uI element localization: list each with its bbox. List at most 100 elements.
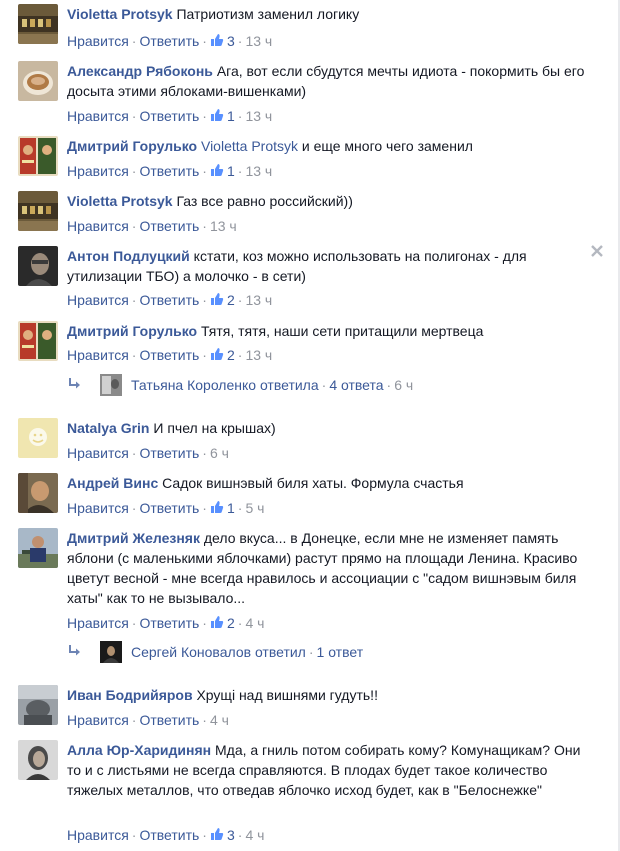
timestamp[interactable]: 5 ч [245,500,264,516]
replies-count[interactable]: 1 ответ [317,644,364,660]
reply-arrow-icon [69,645,80,656]
avatar[interactable] [18,136,58,176]
avatar[interactable] [18,418,58,458]
replier-name[interactable]: Сергей Коновалов [131,644,251,660]
like-link[interactable]: Нравится [67,347,129,363]
comment-author[interactable]: Иван Бодрийяров [67,687,193,703]
thumbs-up-icon [210,164,224,176]
timestamp[interactable]: 4 ч [245,615,264,631]
comment-author[interactable]: Алла Юр-Харидинян [67,742,211,758]
comment-body: Natalya Grin И пчел на крышах) [67,418,600,438]
replier-name[interactable]: Татьяна Короленко [131,377,256,393]
view-replies-link[interactable]: Татьяна Короленко ответила · 4 ответа · 6 ч [68,373,588,396]
comment-text: Тятя, тятя, наши сети притащили мертвеца [200,323,484,339]
comment-author[interactable]: Дмитрий Железняк [67,530,200,546]
timestamp[interactable]: 4 ч [210,712,229,728]
comment-author[interactable]: Natalya Grin [67,420,149,436]
like-link[interactable]: Нравится [67,218,129,234]
avatar[interactable] [18,685,58,725]
comment-text: Садок вишнэвый биля хаты. Формула счасть… [162,475,464,491]
timestamp[interactable]: 4 ч [245,827,264,843]
avatar[interactable] [100,641,122,663]
reply-link[interactable]: Ответить [139,500,199,516]
comment-text: И пчел на крышах) [153,420,276,436]
like-count[interactable]: 1 [210,163,235,179]
like-count[interactable]: 1 [210,108,235,124]
thumbs-up-icon [210,828,224,840]
like-link[interactable]: Нравится [67,445,129,461]
comment-body: Алла Юр-Харидинян Мда, а гниль потом соб… [67,740,597,800]
reply-link[interactable]: Ответить [139,163,199,179]
timestamp[interactable]: 13 ч [245,33,272,49]
like-link[interactable]: Нравится [67,292,129,308]
comment-actions: Нравится · Ответить · 13 ч [67,218,237,234]
comment-text: и еще много чего заменил [301,138,473,154]
reply-link[interactable]: Ответить [139,827,199,843]
comment-actions: Нравится · Ответить · 1 · 13 ч [67,108,273,124]
comment-mention[interactable]: Violetta Protsyk [201,138,298,154]
avatar[interactable] [18,4,58,44]
like-link[interactable]: Нравится [67,33,129,49]
like-count[interactable]: 3 [210,827,235,843]
timestamp[interactable]: 13 ч [245,108,272,124]
timestamp[interactable]: 13 ч [210,218,237,234]
avatar[interactable] [18,528,58,568]
reply-link[interactable]: Ответить [139,347,199,363]
comment-actions: Нравится · Ответить · 3 · 13 ч [67,33,273,49]
comment-text: Патриотизм заменил логику [176,6,360,22]
comment-actions: Нравится · Ответить · 1 · 5 ч [67,500,265,516]
timestamp[interactable]: 6 ч [210,445,229,461]
like-link[interactable]: Нравится [67,615,129,631]
comment-author[interactable]: Violetta Protsyk [67,193,173,209]
comment-text: Газ все равно российский)) [176,193,353,209]
like-link[interactable]: Нравится [67,108,129,124]
avatar[interactable] [18,61,58,101]
like-link[interactable]: Нравится [67,500,129,516]
comment-body: Иван Бодрийяров Хрущі над вишнями гудуть… [67,685,600,705]
comment-author[interactable]: Александр Рябоконь [67,63,213,79]
close-icon[interactable] [590,244,604,258]
comment-actions: Нравится · Ответить · 4 ч [67,712,229,728]
like-count[interactable]: 2 [210,615,235,631]
avatar[interactable] [18,740,58,780]
avatar[interactable] [18,473,58,513]
comment-actions: Нравится · Ответить · 2 · 4 ч [67,615,265,631]
comment-author[interactable]: Дмитрий Горулько [67,138,197,154]
comment-body: Андрей Винс Садок вишнэвый биля хаты. Фо… [67,473,600,493]
reply-link[interactable]: Ответить [139,108,199,124]
comment-author[interactable]: Андрей Винс [67,475,158,491]
reply-link[interactable]: Ответить [139,292,199,308]
comment-body: Дмитрий Горулько Violetta Protsyk и еще … [67,136,600,156]
like-link[interactable]: Нравится [67,163,129,179]
like-count[interactable]: 2 [210,292,235,308]
like-count[interactable]: 2 [210,347,235,363]
like-count[interactable]: 3 [210,33,235,49]
like-count[interactable]: 1 [210,500,235,516]
like-link[interactable]: Нравится [67,712,129,728]
avatar[interactable] [18,191,58,231]
reply-link[interactable]: Ответить [139,615,199,631]
avatar[interactable] [18,321,58,361]
comment-actions: Нравится · Ответить · 6 ч [67,445,229,461]
replies-count[interactable]: 4 ответа [329,377,383,393]
view-replies-link[interactable]: Сергей Коновалов ответил · 1 ответ [68,640,588,663]
timestamp[interactable]: 13 ч [245,347,272,363]
reply-link[interactable]: Ответить [139,445,199,461]
thumbs-up-icon [210,293,224,305]
avatar[interactable] [18,246,58,286]
comment-author[interactable]: Violetta Protsyk [67,6,173,22]
comment-author[interactable]: Антон Подлуцкий [67,248,190,264]
like-link[interactable]: Нравится [67,827,129,843]
timestamp[interactable]: 13 ч [245,292,272,308]
avatar[interactable] [100,374,122,396]
timestamp[interactable]: 13 ч [245,163,272,179]
reply-link[interactable]: Ответить [139,712,199,728]
replies-summary[interactable]: Татьяна Короленко ответила · 4 ответа · 6 ч [131,374,413,396]
thumbs-up-icon [210,616,224,628]
comment-actions: Нравится · Ответить · 2 · 13 ч [67,347,273,363]
reply-link[interactable]: Ответить [139,218,199,234]
comment-feed: Violetta Protsyk Патриотизм заменил логи… [0,0,620,851]
comment-author[interactable]: Дмитрий Горулько [67,323,197,339]
replies-summary[interactable]: Сергей Коновалов ответил · 1 ответ [131,641,363,663]
reply-link[interactable]: Ответить [139,33,199,49]
